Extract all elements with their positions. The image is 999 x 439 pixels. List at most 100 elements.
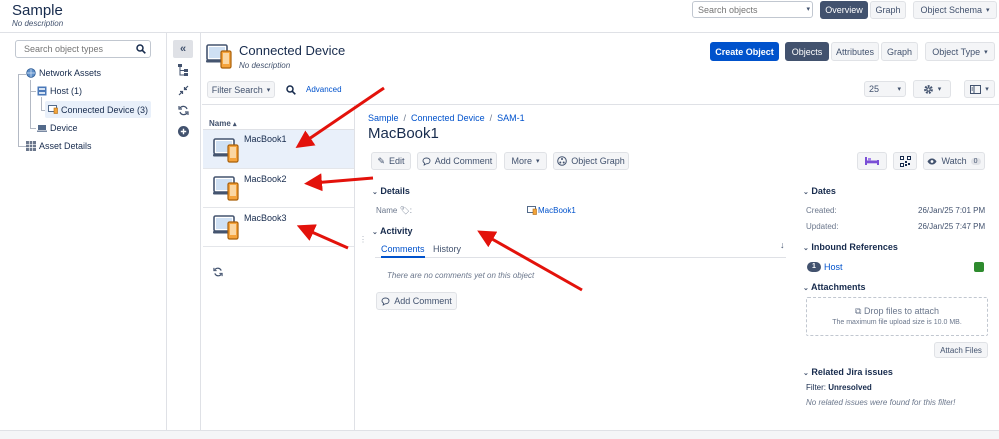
page-size-value: 25: [869, 84, 880, 94]
search-icon[interactable]: [286, 85, 296, 95]
eye-icon: [927, 158, 937, 164]
object-search-box[interactable]: ▾: [692, 1, 813, 18]
tab-history[interactable]: History: [433, 244, 461, 254]
add-comment-label: Add Comment: [394, 296, 452, 306]
more-label: More: [511, 156, 532, 166]
list-item[interactable]: MacBook2: [203, 169, 354, 208]
details-section-toggle[interactable]: ⌄ Details: [372, 186, 410, 196]
add-comment-button[interactable]: Add Comment: [417, 152, 497, 170]
bed-icon-button[interactable]: [857, 152, 887, 170]
tree-item-asset-details[interactable]: Asset Details: [26, 141, 92, 151]
tag-icon: 🏷: [399, 206, 410, 215]
attach-files-button[interactable]: Attach Files: [934, 342, 988, 358]
watch-button[interactable]: Watch 0: [923, 152, 985, 170]
breadcrumb-separator: /: [403, 113, 407, 123]
name-attribute-value[interactable]: MacBook1: [527, 206, 576, 215]
tab-attributes[interactable]: Attributes: [831, 42, 879, 61]
tree-line: [18, 74, 19, 146]
breadcrumb-schema[interactable]: Sample: [368, 113, 399, 123]
create-object-button[interactable]: Create Object: [710, 42, 779, 61]
chevron-down-icon: ▾: [986, 7, 990, 14]
created-label: Created:: [806, 206, 837, 215]
tree-item-label: Asset Details: [39, 141, 92, 151]
laptop-phone-icon: [48, 105, 58, 114]
jira-filter-value[interactable]: Unresolved: [828, 383, 872, 392]
page-size-select[interactable]: 25 ▾: [864, 81, 906, 97]
settings-menu[interactable]: ▾: [913, 80, 951, 98]
tree-item-label: Connected Device (3): [61, 104, 149, 115]
add-circle-icon[interactable]: [178, 126, 189, 137]
watch-label: Watch: [941, 156, 967, 166]
qr-code-icon: [899, 155, 911, 167]
dates-title: Dates: [811, 186, 836, 196]
object-search-input[interactable]: [693, 2, 797, 17]
filter-search-dropdown[interactable]: Filter Search ▾: [207, 81, 275, 98]
qr-code-button[interactable]: [893, 152, 917, 170]
tree-item-device[interactable]: Device: [37, 123, 78, 133]
inbound-host-link[interactable]: Host: [824, 262, 843, 272]
drop-zone[interactable]: ⧉ Drop files to attach The maximum file …: [806, 297, 988, 336]
watch-count-badge: 0: [970, 157, 981, 165]
jira-title: Related Jira issues: [811, 367, 893, 377]
add-comment-bottom-button[interactable]: Add Comment: [376, 292, 457, 310]
breadcrumb-separator: /: [489, 113, 493, 123]
advanced-search-link[interactable]: Advanced: [306, 85, 342, 94]
copy-icon: ⧉: [855, 306, 862, 316]
add-comment-label: Add Comment: [434, 156, 493, 166]
object-schema-menu[interactable]: Object Schema ▾: [913, 1, 997, 19]
graph-icon: [557, 156, 568, 166]
edit-button[interactable]: ✎ Edit: [371, 152, 411, 170]
inbound-section-toggle[interactable]: ⌄ Inbound References: [803, 242, 898, 252]
list-item-label: MacBook3: [244, 213, 287, 223]
comment-icon: [381, 297, 390, 306]
breadcrumb-object-key[interactable]: SAM-1: [497, 113, 525, 123]
device-icon: [37, 124, 47, 132]
dates-section-toggle[interactable]: ⌄ Dates: [803, 186, 836, 196]
object-type-menu[interactable]: Object Type ▾: [925, 42, 995, 61]
breadcrumb-object-type[interactable]: Connected Device: [411, 113, 485, 123]
refresh-icon[interactable]: [213, 267, 223, 277]
tab-graph[interactable]: Graph: [870, 1, 906, 19]
drop-zone-subtitle: The maximum file upload size is 10.0 MB.: [832, 319, 962, 326]
object-type-icon: [206, 42, 234, 71]
object-graph-button[interactable]: Object Graph: [553, 152, 629, 170]
activity-section-toggle[interactable]: ⌄ Activity: [372, 226, 413, 236]
tree-item-network-assets[interactable]: Network Assets: [26, 68, 101, 78]
jira-section-toggle[interactable]: ⌄ Related Jira issues: [803, 367, 893, 377]
sort-arrow-icon[interactable]: ↓: [780, 240, 785, 250]
tab-objects[interactable]: Objects: [785, 42, 829, 61]
chevron-down-icon[interactable]: ▾: [806, 5, 810, 13]
more-menu[interactable]: More ▾: [504, 152, 547, 170]
refresh-icon[interactable]: [178, 105, 189, 116]
tab-type-graph[interactable]: Graph: [881, 42, 918, 61]
edit-label: Edit: [389, 156, 405, 166]
gear-icon: [923, 84, 933, 94]
resize-handle[interactable]: ⋮: [359, 236, 367, 244]
globe-icon: [26, 68, 36, 78]
tab-overview[interactable]: Overview: [820, 1, 868, 19]
attachments-section-toggle[interactable]: ⌄ Attachments: [803, 282, 866, 292]
name-value-link[interactable]: MacBook1: [538, 206, 576, 215]
search-icon[interactable]: [136, 44, 146, 54]
tab-comments[interactable]: Comments: [381, 244, 425, 258]
name-label: Name: [376, 206, 398, 215]
hierarchy-icon[interactable]: [178, 64, 188, 76]
laptop-phone-icon: [213, 138, 239, 163]
toolbar-divider: [202, 104, 999, 105]
object-type-search[interactable]: [15, 40, 151, 58]
tree-item-connected-device[interactable]: Connected Device (3): [45, 101, 151, 118]
list-item[interactable]: MacBook1: [203, 130, 354, 169]
sort-up-icon: ▴: [233, 121, 237, 128]
list-header-name[interactable]: Name ▴: [209, 119, 237, 128]
object-type-menu-label: Object Type: [932, 46, 981, 57]
double-chevron-left-icon: «: [179, 43, 187, 55]
chevron-down-icon: ⌄: [372, 189, 378, 196]
compress-icon[interactable]: [178, 85, 189, 96]
object-type-search-input[interactable]: [16, 41, 131, 57]
collapse-button[interactable]: «: [173, 40, 193, 58]
list-item[interactable]: MacBook3: [203, 208, 354, 247]
layout-menu[interactable]: ▾: [964, 80, 995, 98]
activity-title: Activity: [380, 226, 413, 236]
tree-item-host[interactable]: Host (1): [37, 86, 82, 96]
tree-item-label: Host (1): [50, 86, 83, 96]
